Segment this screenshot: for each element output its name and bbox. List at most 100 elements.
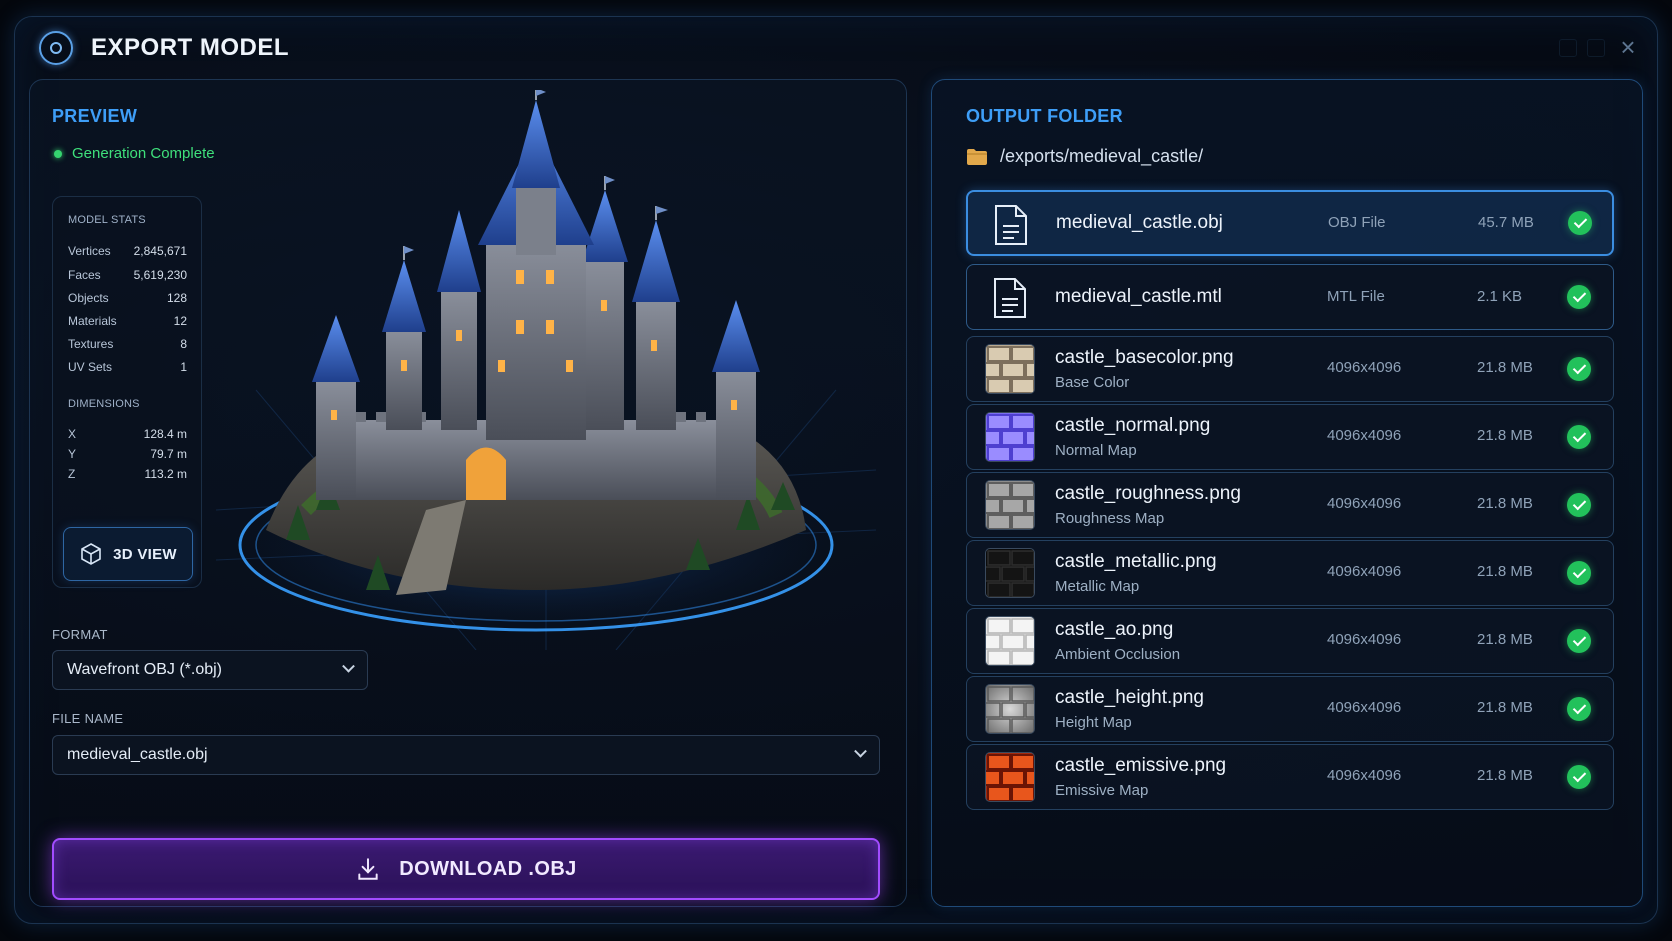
app-logo-icon (39, 31, 73, 65)
file-resolution: 4096x4096 (1327, 359, 1402, 376)
output-section-title: OUTPUT FOLDER (966, 106, 1123, 126)
file-name: castle_normal.png (1055, 415, 1211, 436)
file-row[interactable]: castle_roughness.png Roughness Map 4096x… (966, 472, 1614, 538)
file-size: 21.8 MB (1477, 631, 1533, 648)
stat-row-objects: Objects 128 (68, 291, 187, 305)
maximize-icon[interactable] (1587, 39, 1605, 57)
stat-label: Textures (68, 337, 114, 351)
file-row[interactable]: castle_height.png Height Map 4096x4096 2… (966, 676, 1614, 742)
dimension-row-y: Y 79.7 m (68, 447, 187, 461)
file-row[interactable]: castle_basecolor.png Base Color 4096x409… (966, 336, 1614, 402)
stat-label: Vertices (68, 244, 111, 258)
download-button[interactable]: DOWNLOAD .OBJ (52, 838, 880, 900)
file-row[interactable]: castle_metallic.png Metallic Map 4096x40… (966, 540, 1614, 606)
3d-view-label: 3D VIEW (113, 545, 177, 563)
file-size: 21.8 MB (1477, 563, 1533, 580)
dimension-axis: Z (68, 467, 76, 481)
file-subtitle: Emissive Map (1055, 782, 1149, 799)
status-dot-icon (54, 149, 62, 158)
check-icon (1567, 425, 1591, 449)
file-resolution: 4096x4096 (1327, 427, 1402, 444)
file-subtitle: Base Color (1055, 374, 1130, 391)
filename-value: medieval_castle.obj (67, 746, 208, 763)
minimize-icon[interactable] (1559, 39, 1577, 57)
title-bar: EXPORT MODEL × (15, 17, 1657, 79)
emissive-thumbnail (985, 752, 1035, 802)
stat-value: 2,845,671 (133, 244, 187, 258)
file-subtitle: Height Map (1055, 714, 1132, 731)
file-size: 21.8 MB (1477, 427, 1533, 444)
filename-field[interactable]: medieval_castle.obj (52, 735, 880, 775)
check-icon (1568, 211, 1592, 235)
file-subtitle: Metallic Map (1055, 578, 1140, 595)
dimension-value: 79.7 m (150, 447, 187, 461)
file-name: castle_emissive.png (1055, 755, 1227, 776)
dimensions-title: DIMENSIONS (68, 398, 140, 410)
file-name: castle_ao.png (1055, 619, 1174, 640)
file-size: 21.8 MB (1477, 699, 1533, 716)
dimension-row-z: Z 113.2 m (68, 467, 187, 481)
file-subtitle: Normal Map (1055, 442, 1137, 459)
file-name: castle_height.png (1055, 687, 1204, 708)
dimension-value: 128.4 m (143, 427, 187, 441)
model-preview-viewport[interactable] (215, 88, 877, 651)
stat-value: 5,619,230 (133, 268, 187, 282)
file-row[interactable]: castle_ao.png Ambient Occlusion 4096x409… (966, 608, 1614, 674)
height-thumbnail (985, 684, 1035, 734)
preview-section-title: PREVIEW (52, 106, 138, 126)
preview-panel: PREVIEW Generation Complete MODEL STATS … (29, 79, 907, 907)
file-name: castle_roughness.png (1055, 483, 1241, 504)
file-row[interactable]: castle_emissive.png Emissive Map 4096x40… (966, 744, 1614, 810)
check-icon (1567, 493, 1591, 517)
file-name: castle_metallic.png (1055, 551, 1217, 572)
dimension-axis: Y (68, 447, 77, 461)
download-label: DOWNLOAD .OBJ (399, 857, 577, 880)
folder-icon (967, 148, 987, 165)
format-select-value: Wavefront OBJ (*.obj) (67, 661, 223, 678)
file-row[interactable]: medieval_castle.obj OBJ File 45.7 MB (966, 190, 1614, 256)
chevron-down-icon[interactable] (854, 744, 867, 758)
stat-value: 128 (166, 291, 187, 305)
file-subtitle: Roughness Map (1055, 510, 1165, 527)
document-icon (995, 205, 1027, 245)
format-label: FORMAT (52, 627, 108, 642)
stat-row-uv-sets: UV Sets 1 (68, 360, 187, 374)
dimension-value: 113.2 m (144, 467, 187, 481)
file-subtitle: Ambient Occlusion (1055, 646, 1181, 663)
check-icon (1567, 285, 1591, 309)
file-name: medieval_castle.obj (1056, 212, 1223, 233)
filename-label: FILE NAME (52, 711, 124, 726)
file-type: OBJ File (1328, 214, 1386, 231)
dimension-row-x: X 128.4 m (68, 427, 187, 441)
stat-row-textures: Textures 8 (68, 337, 187, 351)
file-resolution: 4096x4096 (1327, 563, 1402, 580)
file-size: 45.7 MB (1478, 214, 1534, 231)
folder-path-row[interactable]: /exports/medieval_castle/ (966, 146, 1203, 167)
check-icon (1567, 357, 1591, 381)
window-title: EXPORT MODEL (91, 34, 290, 61)
normal-thumbnail (985, 412, 1035, 462)
window-controls: × (1559, 34, 1641, 61)
stat-row-materials: Materials 12 (68, 314, 187, 328)
check-icon (1567, 697, 1591, 721)
cube-icon (81, 543, 101, 565)
file-size: 21.8 MB (1477, 495, 1533, 512)
download-icon (358, 858, 378, 880)
folder-path: /exports/medieval_castle/ (1000, 146, 1204, 166)
stat-label: UV Sets (68, 360, 113, 374)
format-select[interactable]: Wavefront OBJ (*.obj) (52, 650, 368, 690)
status-text: Generation Complete (72, 145, 215, 162)
stat-value: 12 (173, 314, 187, 328)
model-stats-title: MODEL STATS (68, 214, 146, 226)
basecolor-thumbnail (985, 344, 1035, 394)
file-row[interactable]: castle_normal.png Normal Map 4096x4096 2… (966, 404, 1614, 470)
file-row[interactable]: medieval_castle.mtl MTL File 2.1 KB (966, 264, 1614, 330)
file-resolution: 4096x4096 (1327, 495, 1402, 512)
document-icon (994, 278, 1026, 318)
roughness-thumbnail (985, 480, 1035, 530)
close-icon[interactable]: × (1615, 34, 1641, 61)
file-type: MTL File (1327, 288, 1385, 305)
export-model-window: EXPORT MODEL × PREVIEW Generation Comple… (14, 16, 1658, 924)
stat-label: Faces (68, 268, 101, 282)
3d-view-button[interactable]: 3D VIEW (63, 527, 193, 581)
